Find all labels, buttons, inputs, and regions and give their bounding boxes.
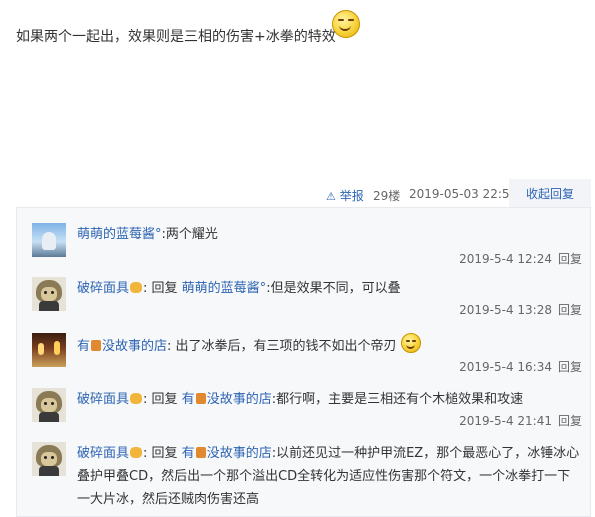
reply-line: 破碎面具: 回复 有没故事的店:都行啊，主要是三相还有个木槌效果和攻速 [77,392,524,407]
reply-line: 破碎面具: 回复 萌萌的蓝莓酱°:但是效果不同，可以叠 [77,281,401,296]
reply-line: 破碎面具: 回复 有没故事的店:以前还见过一种护甲流EZ，那个最恶心了，冰锤冰心… [77,446,580,507]
reply-line: 有没故事的店: 出了冰拳后，有三项的钱不如出个帝刃 [77,333,582,358]
post-text: 如果两个一起出，效果则是三相的伤害+冰拳的特效 [16,10,360,46]
warning-icon: ⚠ [326,190,336,203]
reply-target-link[interactable]: 有没故事的店 [182,392,272,407]
reply-meta: 2019-5-4 16:34 回复 [459,358,582,375]
username-link[interactable]: 有没故事的店 [77,339,167,354]
reply-text: :两个耀光 [161,227,218,242]
username-link[interactable]: 破碎面具 [77,281,129,296]
smiley-icon [400,333,421,353]
reply-time: 2019-5-4 21:41 [459,414,552,428]
reply-button[interactable]: 回复 [558,303,582,317]
username-link[interactable]: 破碎面具 [77,446,129,461]
reply-button[interactable]: 回复 [558,360,582,374]
reply-text: : 出了冰拳后，有三项的钱不如出个帝刃 [167,339,397,354]
avatar[interactable] [32,388,66,422]
report-link[interactable]: ⚠ 举报 [326,187,364,204]
reply-target-link[interactable]: 萌萌的蓝莓酱° [182,281,267,296]
reply-button[interactable]: 回复 [558,414,582,428]
username-link[interactable]: 萌萌的蓝莓酱° [77,227,162,242]
avatar[interactable] [32,333,66,367]
reply-time: 2019-5-4 12:24 [459,252,552,266]
floor-number: 29楼 [373,189,401,203]
avatar[interactable] [32,277,66,311]
bear-icon [130,447,143,458]
bear-icon [130,393,143,404]
reply-button[interactable]: 回复 [558,252,582,266]
avatar[interactable] [32,442,66,476]
reply-list: 萌萌的蓝莓酱°:两个耀光 2019-5-4 12:24 回复 破碎面具: 回复 萌… [16,207,591,517]
reply-time: 2019-5-4 13:28 [459,303,552,317]
reply-time: 2019-5-4 16:34 [459,360,552,374]
collapse-replies-button[interactable]: 收起回复 [509,179,591,207]
avatar[interactable] [32,223,66,257]
reply-text: :但是效果不同，可以叠 [266,281,401,296]
reply-meta: 2019-5-4 21:41 回复 [459,412,582,429]
reply-line: 萌萌的蓝莓酱°:两个耀光 [77,223,582,246]
username-link[interactable]: 破碎面具 [77,392,129,407]
post-body: 如果两个一起出，效果则是三相的伤害+冰拳的特效 [16,29,336,45]
mug-icon [195,447,206,458]
bear-icon [130,282,143,293]
mug-icon [91,340,102,351]
smiley-icon [332,10,360,38]
reply-meta: 2019-5-4 12:24 回复 [459,250,582,267]
reply-text: :都行啊，主要是三相还有个木槌效果和攻速 [271,392,524,407]
reply-target-link[interactable]: 有没故事的店 [182,446,272,461]
mug-icon [195,393,206,404]
post-time: 2019-05-03 22:54 [409,187,518,201]
reply-meta: 2019-5-4 13:28 回复 [459,301,582,318]
